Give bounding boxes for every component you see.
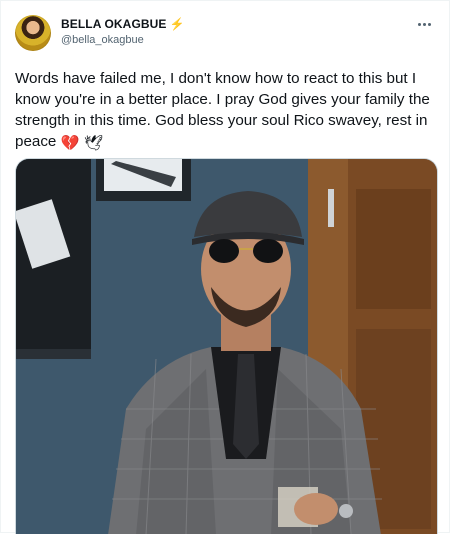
broken-heart-icon: 💔: [60, 135, 80, 152]
tweet-text: Words have failed me, I don't know how t…: [15, 68, 435, 154]
dot: [427, 22, 431, 26]
tweet-header: BELLA OKAGBUE ⚡ @bella_okagbue: [15, 13, 435, 57]
profile-avatar[interactable]: [15, 15, 51, 51]
dot: [417, 22, 421, 26]
photo-of-man-in-plaid-suit: [16, 159, 437, 534]
name-row: BELLA OKAGBUE ⚡: [61, 17, 184, 31]
tweet-media-photo[interactable]: [15, 158, 438, 534]
user-handle[interactable]: @bella_okagbue: [61, 34, 144, 46]
dove-icon: 🕊: [83, 135, 104, 152]
lightning-bolt-icon: ⚡: [169, 17, 185, 31]
tweet-card: BELLA OKAGBUE ⚡ @bella_okagbue Words hav…: [0, 0, 450, 534]
dot: [422, 22, 426, 26]
display-name[interactable]: BELLA OKAGBUE: [61, 17, 167, 31]
more-options-icon[interactable]: [413, 15, 435, 33]
